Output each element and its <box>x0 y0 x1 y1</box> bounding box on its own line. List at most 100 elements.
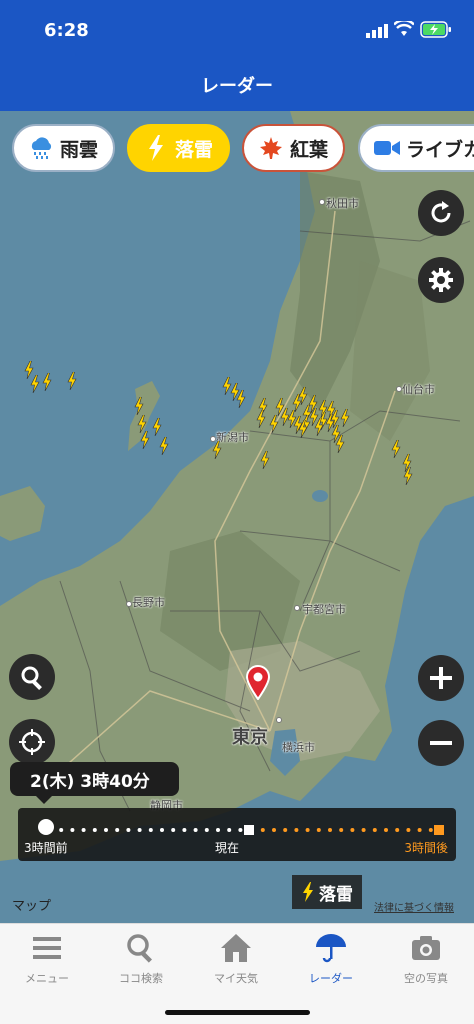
tab-bar: メニュー ココ検索 マイ天気 レーダー 空の写真 <box>0 923 474 1024</box>
timeline-step <box>339 828 344 832</box>
time-slider-knob[interactable] <box>38 819 54 835</box>
tab-search[interactable]: ココ検索 <box>94 932 188 986</box>
crosshair-icon <box>19 729 45 755</box>
timeline-step <box>294 828 299 832</box>
chip-autumn-leaves[interactable]: 紅葉 <box>242 124 345 172</box>
timeline-step <box>305 828 310 832</box>
time-slider[interactable]: 3時間前 現在 3時間後 <box>18 808 456 861</box>
timeline-end-marker <box>434 825 444 835</box>
settings-button[interactable] <box>418 257 464 303</box>
status-bar: 6:28 <box>0 0 474 60</box>
timeline-step <box>193 828 198 832</box>
chip-rain-cloud[interactable]: 雨雲 <box>12 124 115 172</box>
chip-live-camera[interactable]: ライブカ <box>358 124 474 172</box>
location-pin-icon[interactable] <box>245 664 271 700</box>
chip-lightning[interactable]: 落雷 <box>127 124 230 172</box>
timeline-step <box>316 828 321 832</box>
refresh-icon <box>431 201 451 223</box>
lightning-strike-marker <box>269 415 279 433</box>
tab-label: メニュー <box>25 972 69 985</box>
cellular-signal-icon <box>366 24 388 38</box>
menu-icon <box>33 937 61 959</box>
lightning-strike-marker <box>30 375 40 393</box>
home-indicator <box>165 1010 310 1015</box>
timeline-step <box>70 828 75 832</box>
minus-icon <box>430 741 452 745</box>
timeline-step <box>272 828 276 832</box>
lightning-strike-marker <box>134 397 144 415</box>
lightning-strike-marker <box>298 387 308 405</box>
timeline-past-label: 3時間前 <box>24 841 68 855</box>
refresh-button[interactable] <box>418 190 464 236</box>
chip-label: 落雷 <box>175 138 214 161</box>
lightning-strike-marker <box>140 431 150 449</box>
timeline-step <box>148 828 153 832</box>
timeline-step <box>204 828 209 832</box>
lightning-legend: 落雷 <box>292 875 362 909</box>
timeline-step <box>182 828 187 832</box>
lightning-icon <box>143 135 169 161</box>
tab-my-weather[interactable]: マイ天気 <box>189 932 283 986</box>
city-dot <box>294 605 300 611</box>
lightning-strike-marker <box>236 390 246 408</box>
timeline-step <box>428 828 433 832</box>
timeline-step <box>361 828 366 832</box>
tab-radar[interactable]: レーダー <box>284 932 378 986</box>
timeline-step <box>227 828 232 832</box>
lightning-strike-marker <box>314 418 324 436</box>
tab-menu[interactable]: メニュー <box>0 932 94 986</box>
lightning-strike-marker <box>340 409 350 427</box>
timeline-now-marker <box>244 825 254 835</box>
map-terrain <box>0 111 474 861</box>
timeline-step <box>171 828 176 832</box>
timeline-step <box>160 828 164 832</box>
search-button[interactable] <box>9 654 55 700</box>
lightning-strike-marker <box>308 395 318 413</box>
legal-info-link[interactable]: 法律に基づく情報 <box>374 899 454 914</box>
camera-icon <box>412 936 440 960</box>
timeline-step <box>350 828 355 832</box>
apple-maps-attribution: マップ <box>12 899 52 914</box>
timeline-step <box>137 828 142 832</box>
timeline-step <box>81 828 86 832</box>
timeline-step <box>238 828 243 832</box>
timeline-track <box>48 825 444 835</box>
home-icon <box>221 934 251 962</box>
timeline-step <box>406 828 411 832</box>
timeline-step <box>395 828 400 832</box>
zoom-out-button[interactable] <box>418 720 464 766</box>
page-title: レーダー <box>201 76 273 97</box>
current-location-button[interactable] <box>9 719 55 765</box>
tab-sky-photos[interactable]: 空の写真 <box>379 932 473 986</box>
timeline-step <box>216 828 220 832</box>
timeline-step <box>59 828 64 832</box>
city-label-akita: 秋田市 <box>326 197 359 210</box>
tab-label: レーダー <box>309 972 353 985</box>
timeline-step <box>260 828 265 832</box>
city-dot <box>276 717 282 723</box>
lightning-strike-marker <box>212 441 222 459</box>
city-label-yokohama: 横浜市 <box>282 741 315 754</box>
city-dot <box>319 199 325 205</box>
chip-label: 雨雲 <box>60 138 99 161</box>
timeline-step <box>115 828 120 832</box>
chip-label: ライブカ <box>406 138 474 161</box>
city-label-nagano: 長野市 <box>132 596 165 609</box>
timeline-step <box>283 828 288 832</box>
zoom-in-button[interactable] <box>418 655 464 701</box>
timeline-step <box>126 828 131 832</box>
timeline-future-label: 3時間後 <box>404 841 448 855</box>
timeline-now-label: 現在 <box>215 841 240 855</box>
lightning-strike-marker <box>403 467 413 485</box>
video-camera-icon <box>374 136 400 160</box>
lightning-strike-marker <box>335 435 345 453</box>
legend-label: 落雷 <box>319 884 353 905</box>
city-label-utsunomiya: 宇都宮市 <box>302 603 346 616</box>
lightning-strike-marker <box>325 414 335 432</box>
wifi-icon <box>394 21 414 36</box>
lightning-strike-marker <box>260 451 270 469</box>
radar-map[interactable]: 秋田市 仙台市 新潟市 長野市 宇都宮市 東京 横浜市 静岡市 雨雲 落雷 紅葉 <box>0 111 474 923</box>
tab-label: 空の写真 <box>404 972 448 985</box>
tab-label: マイ天気 <box>214 972 258 985</box>
app-header: 6:28 レーダー <box>0 0 474 111</box>
